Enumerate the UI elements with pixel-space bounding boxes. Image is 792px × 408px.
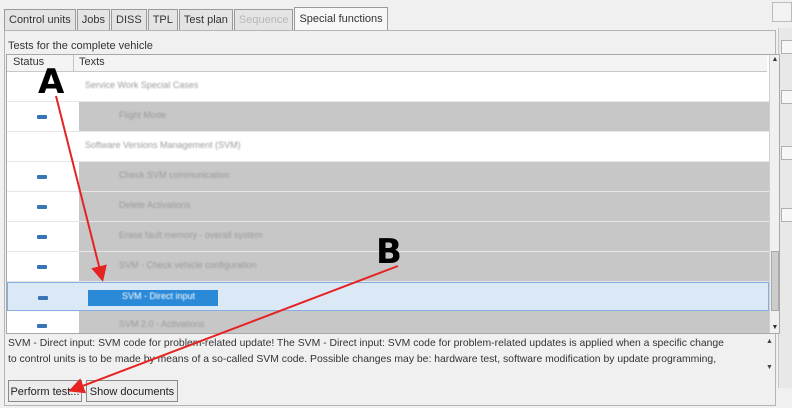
annotation-label-b: B [376, 232, 402, 272]
tab-test-plan[interactable]: Test plan [178, 9, 233, 30]
tab-bar: Control units Jobs DISS TPL Test plan Se… [4, 6, 389, 30]
tab-jobs[interactable]: Jobs [76, 9, 111, 30]
scroll-down-icon[interactable]: ▼ [770, 323, 779, 333]
scroll-up-icon[interactable]: ▲ [770, 55, 779, 65]
status-icon [37, 235, 47, 239]
description-scroll-down-icon[interactable]: ▼ [766, 364, 773, 371]
row-label: Flight Mode [119, 110, 167, 120]
table-row[interactable]: Delete Activations [7, 192, 769, 222]
grid-rows: Service Work Special Cases Flight Mode Sof… [7, 72, 769, 333]
description-line: to control units is to be made by means … [8, 354, 717, 365]
tab-sequence: Sequence [233, 9, 294, 30]
annotation-label-a: A [38, 62, 65, 102]
row-label: SVM - Check vehicle configuration [119, 260, 257, 270]
table-row[interactable]: Check SVM communication [7, 162, 769, 192]
side-box [781, 40, 792, 54]
tab-diss[interactable]: DISS [111, 9, 147, 30]
status-icon [37, 175, 47, 179]
description-text: SVM - Direct input: SVM code for problem… [8, 336, 768, 368]
table-row-selected[interactable]: SVM - Direct input [7, 282, 769, 311]
table-row[interactable]: Software Versions Management (SVM) [7, 132, 769, 162]
table-row[interactable]: Flight Mode [7, 102, 769, 132]
diagnosis-window: Control units Jobs DISS TPL Test plan Se… [0, 0, 792, 408]
row-label: Erase fault memory - overall system [119, 230, 263, 240]
status-icon [37, 115, 47, 119]
table-row[interactable]: Service Work Special Cases [7, 72, 769, 102]
table-row[interactable]: SVM 2.0 - Activations [7, 311, 769, 333]
row-label: Service Work Special Cases [85, 80, 199, 90]
status-icon [37, 205, 47, 209]
tab-control-units[interactable]: Control units [4, 9, 76, 30]
window-corner-button[interactable] [772, 2, 792, 22]
tab-tpl[interactable]: TPL [147, 9, 178, 30]
side-box [781, 146, 792, 160]
row-label: SVM - Direct input [122, 291, 196, 301]
row-text-cell [79, 102, 769, 131]
status-icon [38, 296, 48, 300]
row-label: Check SVM communication [119, 170, 230, 180]
row-label: Software Versions Management (SVM) [85, 140, 241, 150]
description-line: SVM - Direct input: SVM code for problem… [8, 338, 724, 349]
column-header-texts[interactable]: Texts [79, 56, 105, 68]
show-documents-button[interactable]: Show documents [86, 380, 178, 402]
side-box [781, 208, 792, 222]
grid-scrollbar[interactable]: ▲ ▼ [769, 55, 779, 333]
row-label: Delete Activations [119, 200, 191, 210]
side-panel-strip [778, 28, 792, 388]
column-divider [73, 55, 74, 71]
row-label: SVM 2.0 - Activations [119, 319, 205, 329]
status-icon [37, 324, 47, 328]
side-box [781, 90, 792, 104]
status-icon [37, 265, 47, 269]
grid-header: Status Texts [7, 55, 767, 72]
tab-special-functions[interactable]: Special functions [294, 7, 388, 30]
scrollbar-thumb[interactable] [771, 251, 779, 311]
perform-test-button[interactable]: Perform test... [8, 380, 82, 402]
panel-title: Tests for the complete vehicle [8, 40, 153, 52]
tests-grid: Status Texts Service Work Special Cases F… [6, 54, 780, 334]
description-scroll-up-icon[interactable]: ▲ [766, 338, 773, 345]
